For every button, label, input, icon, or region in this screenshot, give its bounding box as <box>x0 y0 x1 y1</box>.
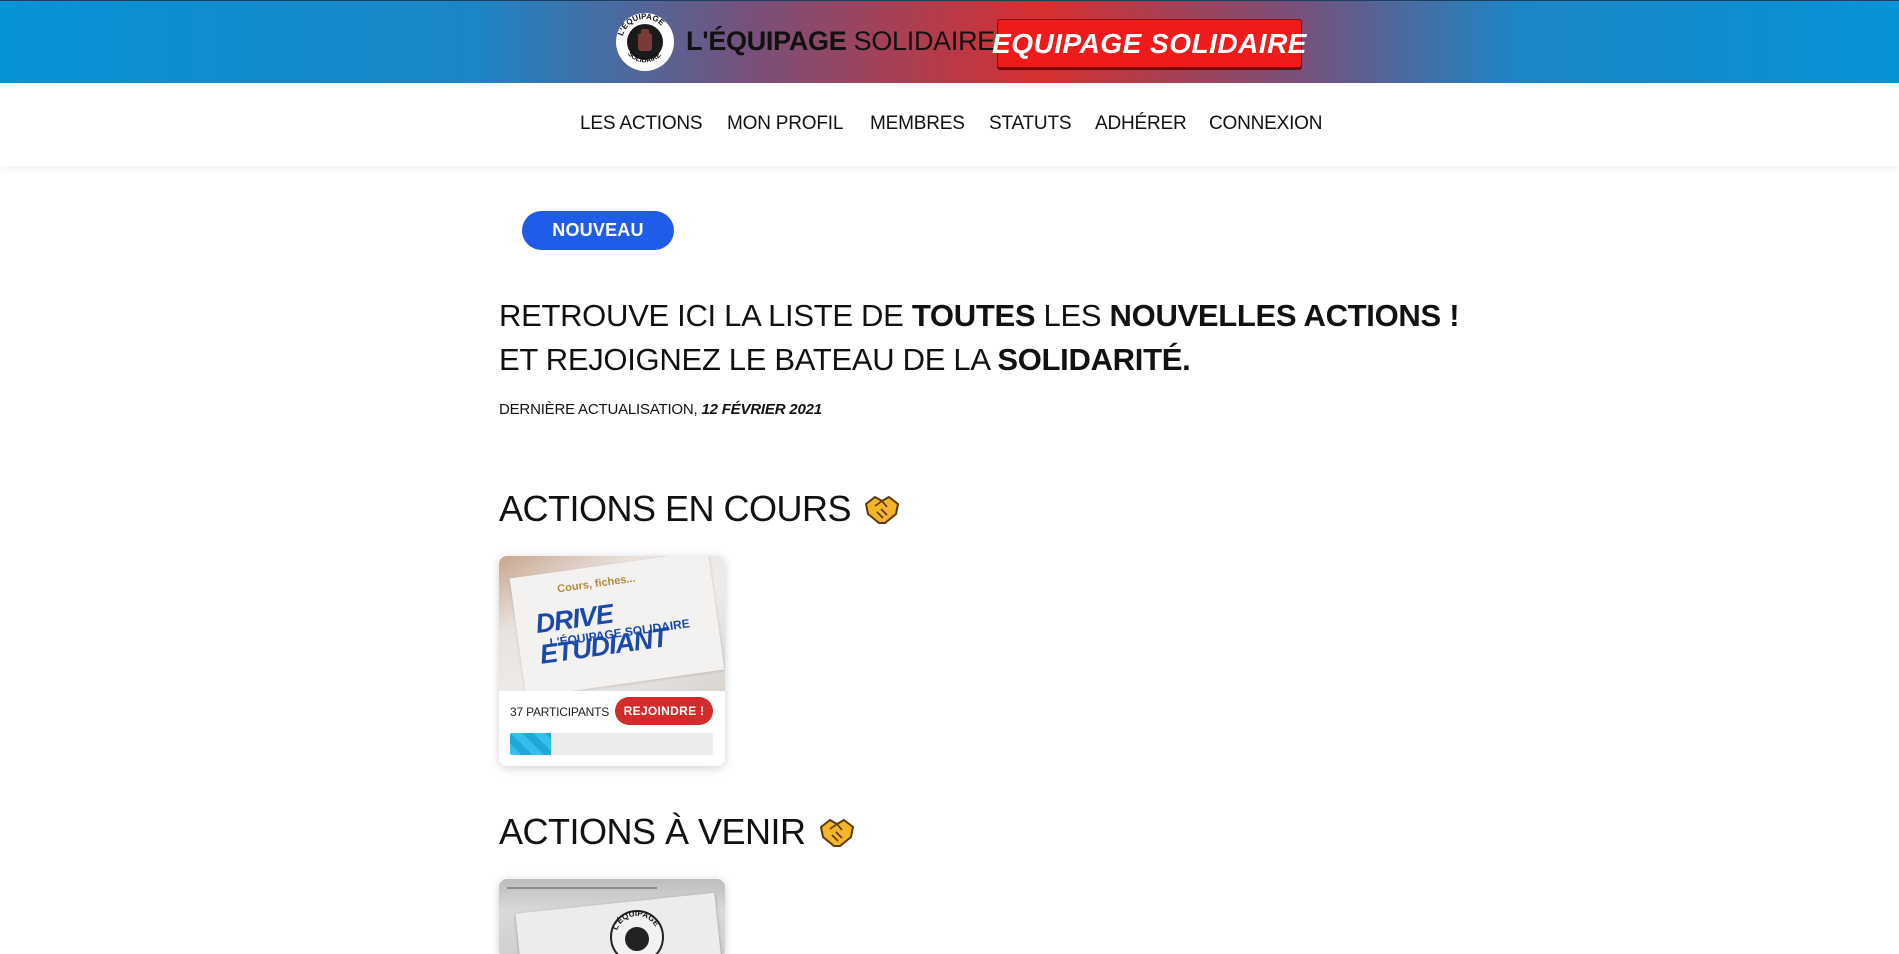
nav-item-profile[interactable]: MON PROFIL <box>727 113 843 135</box>
nav-item-adherer[interactable]: ADHÉRER <box>1095 113 1187 135</box>
headline-emphasis: TOUTES <box>911 298 1036 333</box>
page-headline: RETROUVE ICI LA LISTE DE TOUTES LES NOUV… <box>499 294 1460 382</box>
headline-line-2: ET REJOIGNEZ LE BATEAU DE LA SOLIDARITÉ. <box>499 338 1459 382</box>
top-banner: L'ÉQUIPAGE SOLIDAIRE L'ÉQUIPAGE SOLIDAIR… <box>0 0 1899 83</box>
nav-item-actions[interactable]: LES ACTIONS <box>580 113 703 135</box>
participants-count: 37 PARTICIPANTS <box>510 705 610 719</box>
logo-icon[interactable]: L'ÉQUIPAGE SOLIDAIRE <box>614 11 676 73</box>
main-nav: LES ACTIONS MON PROFIL MEMBRES STATUTS A… <box>0 83 1899 166</box>
nav-item-connexion[interactable]: CONNEXION <box>1209 113 1322 135</box>
action-card[interactable]: Cours, fiches... DRIVE ETUDIANT L'ÉQUIPA… <box>499 556 725 766</box>
new-badge: NOUVEAU <box>522 211 674 250</box>
headline-text: LES <box>1035 298 1110 333</box>
join-button[interactable]: REJOINDRE ! <box>615 697 713 725</box>
brand-cta-button[interactable]: EQUIPAGE SOLIDAIRE <box>992 19 1306 68</box>
nav-item-statuts[interactable]: STATUTS <box>989 113 1072 135</box>
headline-text: RETROUVE ICI LA LISTE DE <box>499 298 912 333</box>
brand-light: SOLIDAIRE <box>853 26 996 56</box>
action-card[interactable]: L'ÉQUIPAGE <box>499 879 725 954</box>
nav-item-members[interactable]: MEMBRES <box>870 113 965 135</box>
handshake-icon <box>819 819 854 847</box>
brand-bold: L'ÉQUIPAGE <box>686 26 847 56</box>
section-title-upcoming: ACTIONS À VENIR <box>499 811 856 853</box>
last-update-date: 12 FÉVRIER 2021 <box>701 401 822 418</box>
last-update: DERNIÈRE ACTUALISATION, 12 FÉVRIER 2021 <box>499 401 822 418</box>
card-image[interactable]: Cours, fiches... DRIVE ETUDIANT L'ÉQUIPA… <box>499 556 725 691</box>
handshake-icon <box>865 496 900 524</box>
headline-text: ET REJOIGNEZ LE BATEAU DE LA <box>499 342 998 377</box>
logo-icon: L'ÉQUIPAGE <box>610 909 664 954</box>
headline-emphasis: SOLIDARITÉ. <box>997 342 1191 377</box>
card-image[interactable]: L'ÉQUIPAGE <box>499 879 725 954</box>
headline-line-1: RETROUVE ICI LA LISTE DE TOUTES LES NOUV… <box>499 294 1460 338</box>
section-title-text: ACTIONS À VENIR <box>499 811 806 852</box>
section-title-current: ACTIONS EN COURS <box>499 488 901 530</box>
progress-bar-fill <box>510 733 551 755</box>
headline-emphasis: NOUVELLES ACTIONS ! <box>1109 298 1460 333</box>
brand-name[interactable]: L'ÉQUIPAGE SOLIDAIRE <box>686 26 995 57</box>
card-footer: 37 PARTICIPANTS REJOINDRE ! <box>499 691 725 766</box>
last-update-label: DERNIÈRE ACTUALISATION, <box>499 401 702 418</box>
section-title-text: ACTIONS EN COURS <box>499 488 852 529</box>
progress-bar <box>510 733 713 755</box>
